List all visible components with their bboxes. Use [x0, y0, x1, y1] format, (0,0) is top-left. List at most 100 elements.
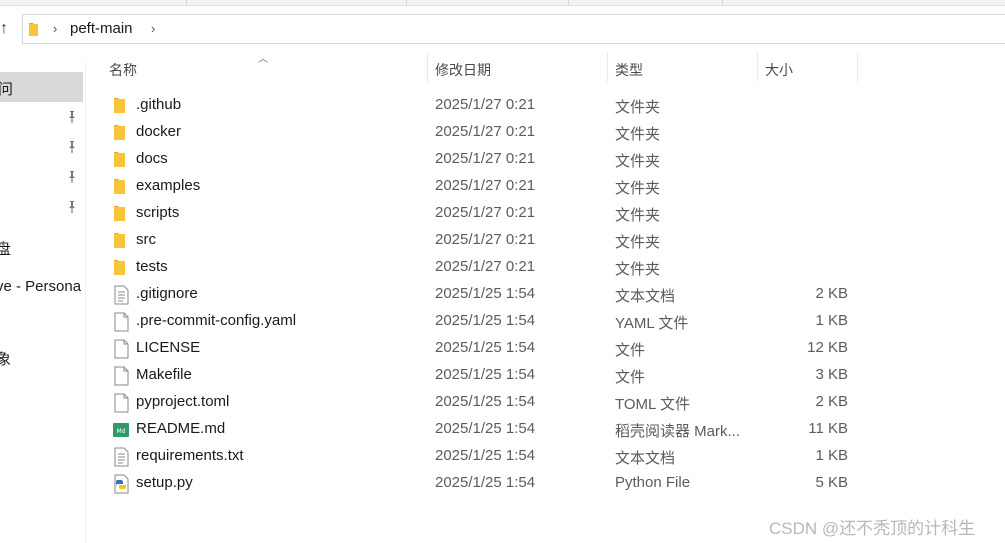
file-date-modified: 2025/1/25 1:54 — [435, 285, 536, 302]
ribbon-separator — [568, 0, 569, 6]
file-date-modified: 2025/1/27 0:21 — [435, 231, 536, 248]
file-row[interactable]: Makefile 2025/1/25 1:54 文件 3 KB — [104, 362, 864, 389]
file-row[interactable]: pyproject.toml 2025/1/25 1:54 TOML 文件 2 KB — [104, 389, 864, 416]
file-row[interactable]: scripts 2025/1/27 0:21 文件夹 — [104, 200, 864, 227]
breadcrumb-peft-main[interactable]: peft-main — [70, 20, 133, 38]
address-bar[interactable]: › peft-main › — [22, 14, 1005, 44]
nav-item-onedrive[interactable]: ve - Persona — [0, 278, 81, 295]
file-type: 文件夹 — [615, 153, 661, 170]
file-row[interactable]: LICENSE 2025/1/25 1:54 文件 12 KB — [104, 335, 864, 362]
file-type: 文件夹 — [615, 207, 661, 224]
text-file-icon — [112, 285, 130, 305]
file-type: 文件 — [615, 369, 646, 386]
folder-icon — [112, 204, 130, 224]
file-date-modified: 2025/1/25 1:54 — [435, 447, 536, 464]
file-row[interactable]: tests 2025/1/27 0:21 文件夹 — [104, 254, 864, 281]
file-size: 5 KB — [815, 474, 848, 491]
file-name: docker — [136, 123, 182, 140]
column-divider[interactable] — [857, 52, 858, 82]
file-type: 文件夹 — [615, 261, 661, 278]
file-row[interactable]: .pre-commit-config.yaml 2025/1/25 1:54 YAM… — [104, 308, 864, 335]
file-name: tests — [136, 258, 168, 275]
file-row[interactable]: docs 2025/1/27 0:21 文件夹 — [104, 146, 864, 173]
column-header-type[interactable]: 类型 — [615, 60, 643, 80]
folder-icon — [112, 150, 130, 170]
file-name: scripts — [136, 204, 180, 221]
file-name: .github — [136, 96, 182, 113]
column-header-size[interactable]: 大小 — [765, 60, 793, 80]
file-row[interactable]: .gitignore 2025/1/25 1:54 文本文档 2 KB — [104, 281, 864, 308]
file-date-modified: 2025/1/27 0:21 — [435, 258, 536, 275]
file-name: docs — [136, 150, 168, 167]
column-header-name[interactable]: 名称 — [109, 60, 137, 80]
folder-icon — [29, 23, 38, 36]
file-size: 11 KB — [808, 420, 848, 437]
folder-icon — [112, 258, 130, 278]
ribbon-separator — [406, 0, 407, 6]
pin-icon[interactable] — [65, 200, 79, 214]
file-name: .gitignore — [136, 285, 198, 302]
file-type: 文件 — [615, 342, 646, 359]
file-date-modified: 2025/1/25 1:54 — [435, 366, 536, 383]
file-name: src — [136, 231, 156, 248]
column-header-date[interactable]: 修改日期 — [435, 60, 491, 80]
file-icon — [112, 393, 130, 413]
breadcrumb-separator-icon[interactable]: › — [53, 20, 57, 38]
file-size: 12 KB — [807, 339, 848, 356]
folder-icon — [112, 177, 130, 197]
file-type: 文件夹 — [615, 234, 661, 251]
file-name: Makefile — [136, 366, 192, 383]
file-row[interactable]: setup.py 2025/1/25 1:54 Python File 5 KB — [104, 470, 864, 497]
file-name: setup.py — [136, 474, 193, 491]
file-date-modified: 2025/1/25 1:54 — [435, 393, 536, 410]
file-name: .pre-commit-config.yaml — [136, 312, 297, 329]
column-header-row: ︿ 名称 修改日期 类型 大小 — [0, 52, 1005, 84]
file-row[interactable]: docker 2025/1/27 0:21 文件夹 — [104, 119, 864, 146]
file-row[interactable]: Md README.md 2025/1/25 1:54 稻壳阅读器 Mark... 11… — [104, 416, 864, 443]
file-type: 稻壳阅读器 Mark... — [615, 423, 741, 440]
file-icon — [112, 339, 130, 359]
nav-item-label: 问 — [0, 81, 14, 98]
file-row[interactable]: examples 2025/1/27 0:21 文件夹 — [104, 173, 864, 200]
nav-item-disk[interactable]: 盘 — [0, 238, 11, 259]
file-size: 1 KB — [815, 312, 848, 329]
file-name: requirements.txt — [136, 447, 244, 464]
nav-item-selected[interactable]: 问 — [0, 72, 83, 102]
file-size: 2 KB — [815, 285, 848, 302]
file-date-modified: 2025/1/25 1:54 — [435, 339, 536, 356]
file-type: 文本文档 — [615, 288, 676, 305]
up-arrow-icon[interactable]: ↑ — [0, 18, 14, 40]
file-row[interactable]: .github 2025/1/27 0:21 文件夹 — [104, 92, 864, 119]
file-date-modified: 2025/1/27 0:21 — [435, 177, 536, 194]
file-row[interactable]: requirements.txt 2025/1/25 1:54 文本文档 1 KB — [104, 443, 864, 470]
breadcrumb-chevron-icon[interactable]: › — [151, 20, 155, 38]
file-type: 文件夹 — [615, 126, 661, 143]
column-divider[interactable] — [427, 52, 428, 82]
file-type: 文件夹 — [615, 99, 661, 116]
file-type: 文件夹 — [615, 180, 661, 197]
svg-text:Md: Md — [117, 428, 126, 435]
nav-item-objects[interactable]: 象 — [0, 348, 11, 369]
pin-icon[interactable] — [65, 110, 79, 124]
watermark: CSDN @还不秃顶的计科生 — [769, 519, 976, 538]
file-name: examples — [136, 177, 201, 194]
file-date-modified: 2025/1/25 1:54 — [435, 474, 536, 491]
file-icon — [112, 366, 130, 386]
pin-icon[interactable] — [65, 140, 79, 154]
file-date-modified: 2025/1/25 1:54 — [435, 312, 536, 329]
file-date-modified: 2025/1/27 0:21 — [435, 150, 536, 167]
file-size: 2 KB — [815, 393, 848, 410]
file-type: TOML 文件 — [615, 396, 691, 413]
file-row[interactable]: src 2025/1/27 0:21 文件夹 — [104, 227, 864, 254]
python-file-icon — [112, 474, 130, 494]
file-date-modified: 2025/1/27 0:21 — [435, 123, 536, 140]
pin-icon[interactable] — [65, 170, 79, 184]
column-divider[interactable] — [757, 52, 758, 82]
folder-icon — [112, 96, 130, 116]
navigation-pane: 问 盘 ve - Persona 象 — [0, 62, 86, 543]
column-divider[interactable] — [607, 52, 608, 82]
file-icon — [112, 312, 130, 332]
markdown-icon: Md — [112, 420, 130, 440]
file-name: README.md — [136, 420, 226, 437]
folder-icon — [112, 123, 130, 143]
